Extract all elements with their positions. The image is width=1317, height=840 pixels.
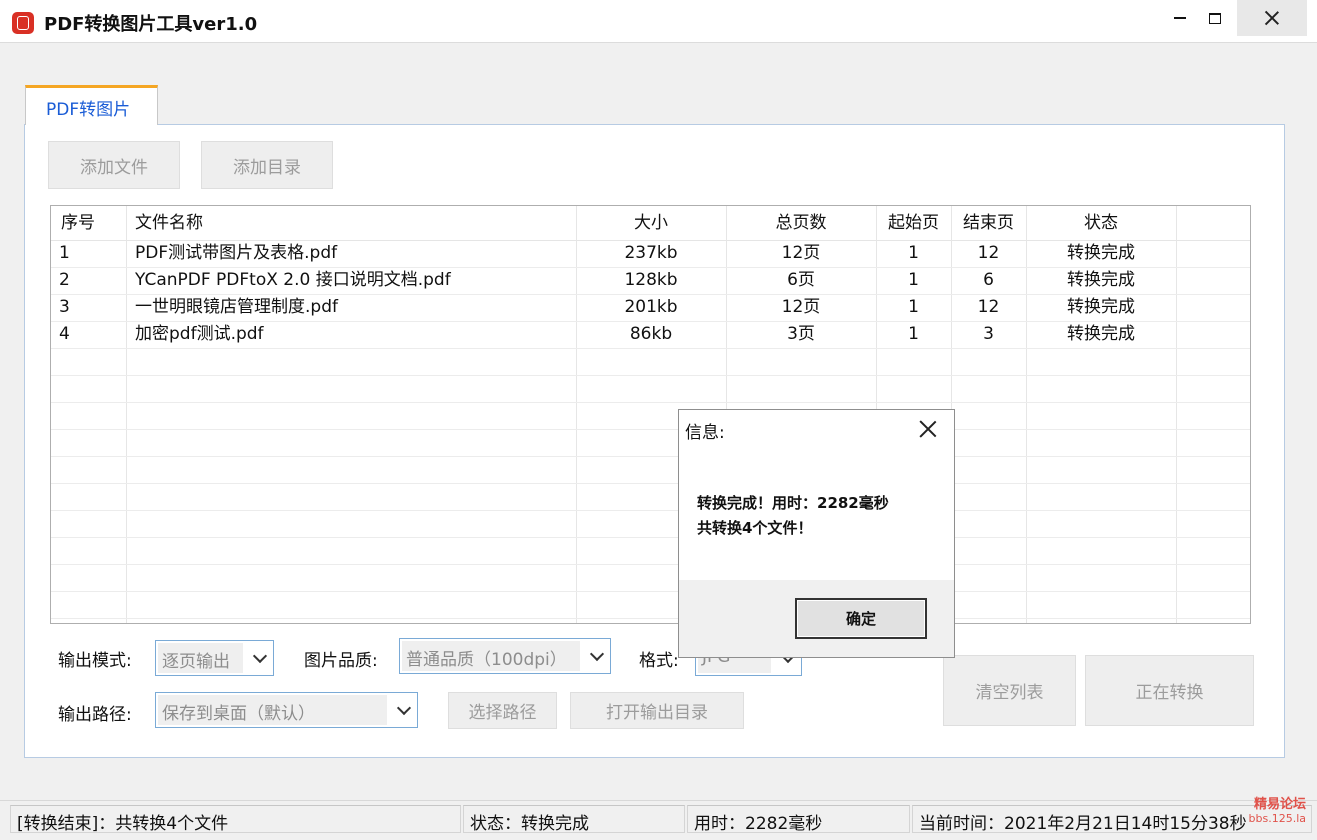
cell-size: 201kb: [624, 297, 678, 317]
chevron-down-icon: [252, 648, 268, 664]
cell-total-pages: 12页: [781, 243, 821, 263]
cell-filename: YCanPDF PDFtoX 2.0 接口说明文档.pdf: [135, 270, 451, 290]
cell-total-pages: 3页: [787, 324, 815, 344]
output-mode-label: 输出模式:: [58, 651, 132, 671]
close-icon: [1265, 11, 1279, 25]
cell-start-page: 1: [908, 324, 919, 344]
choose-path-button[interactable]: 选择路径: [448, 692, 557, 729]
pdf-app-icon: [12, 12, 34, 34]
cell-index: 4: [59, 324, 70, 344]
column-header-size[interactable]: 大小: [576, 208, 726, 238]
status-bar: [转换结束]：共转换4个文件 状态：转换完成 用时：2282毫秒 当前时间：20…: [0, 800, 1317, 840]
output-mode-value: 逐页输出: [158, 643, 243, 673]
cell-size: 128kb: [624, 270, 678, 290]
add-file-button[interactable]: 添加文件: [48, 141, 180, 189]
dialog-message-line1: 转换完成！用时：2282毫秒: [697, 494, 889, 512]
cell-status: 转换完成: [1067, 270, 1135, 290]
format-label: 格式:: [639, 651, 679, 671]
status-panel-state: 状态：转换完成: [463, 805, 685, 833]
cell-end-page: 3: [983, 324, 994, 344]
cell-start-page: 1: [908, 243, 919, 263]
dialog-title: 信息:: [685, 423, 725, 443]
cell-size: 237kb: [624, 243, 678, 263]
column-header-total-pages[interactable]: 总页数: [726, 208, 876, 238]
column-header-status[interactable]: 状态: [1026, 208, 1176, 238]
maximize-button[interactable]: [1192, 0, 1238, 36]
cell-total-pages: 6页: [787, 270, 815, 290]
cell-total-pages: 12页: [781, 297, 821, 317]
cell-size: 86kb: [629, 324, 673, 344]
watermark-line2: bbs.125.la: [1248, 812, 1306, 825]
status-panel-summary: [转换结束]：共转换4个文件: [10, 805, 461, 833]
add-directory-button[interactable]: 添加目录: [201, 141, 333, 189]
title-bar: PDF转换图片工具ver1.0: [0, 0, 1317, 42]
close-button[interactable]: [1237, 0, 1307, 36]
column-header-end-page[interactable]: 结束页: [951, 208, 1026, 238]
cell-filename: 加密pdf测试.pdf: [135, 324, 264, 344]
quality-value: 普通品质（100dpi）: [402, 641, 580, 671]
output-path-select[interactable]: 保存到桌面（默认）: [155, 692, 418, 728]
dialog-message-line2: 共转换4个文件！: [697, 519, 813, 537]
cell-status: 转换完成: [1067, 297, 1135, 317]
clear-list-button[interactable]: 清空列表: [943, 655, 1076, 726]
cell-end-page: 12: [977, 243, 1000, 263]
dialog-close-icon[interactable]: [919, 420, 937, 438]
window-title: PDF转换图片工具ver1.0: [44, 14, 258, 35]
cell-end-page: 12: [977, 297, 1000, 317]
watermark-line1: 精易论坛: [1253, 797, 1306, 812]
converting-button[interactable]: 正在转换: [1085, 655, 1254, 726]
dialog-footer: 确定: [679, 580, 954, 657]
info-dialog: 信息: 转换完成！用时：2282毫秒 共转换4个文件！ 确定: [678, 409, 955, 658]
maximize-icon: [1209, 12, 1221, 24]
cell-start-page: 1: [908, 297, 919, 317]
watermark-logo: 精易论坛 bbs.125.la: [1242, 798, 1306, 826]
cell-end-page: 6: [983, 270, 994, 290]
minimize-icon: [1174, 17, 1186, 19]
quality-label: 图片品质:: [304, 651, 378, 671]
column-header-index[interactable]: 序号: [61, 208, 95, 238]
chevron-down-icon: [589, 646, 605, 662]
cell-filename: 一世明眼镜店管理制度.pdf: [135, 297, 338, 317]
tab-pdf-to-image[interactable]: PDF转图片: [25, 85, 158, 125]
file-table[interactable]: 序号 文件名称 大小 总页数 起始页 结束页 状态 1 PDF测试带图片及表格.…: [50, 205, 1251, 624]
cell-status: 转换完成: [1067, 324, 1135, 344]
cell-index: 1: [59, 243, 70, 263]
status-panel-elapsed: 用时：2282毫秒: [687, 805, 910, 833]
chevron-down-icon: [396, 700, 412, 716]
column-header-start-page[interactable]: 起始页: [876, 208, 951, 238]
quality-select[interactable]: 普通品质（100dpi）: [399, 638, 611, 674]
open-output-dir-button[interactable]: 打开输出目录: [570, 692, 744, 729]
cell-status: 转换完成: [1067, 243, 1135, 263]
cell-filename: PDF测试带图片及表格.pdf: [135, 243, 338, 263]
column-header-filename[interactable]: 文件名称: [135, 208, 203, 238]
output-mode-select[interactable]: 逐页输出: [155, 640, 274, 676]
cell-start-page: 1: [908, 270, 919, 290]
output-path-label: 输出路径:: [58, 705, 132, 725]
ok-button[interactable]: 确定: [795, 598, 927, 639]
output-path-value: 保存到桌面（默认）: [158, 695, 387, 725]
table-header: 序号 文件名称 大小 总页数 起始页 结束页 状态: [51, 206, 1250, 241]
cell-index: 3: [59, 297, 70, 317]
cell-index: 2: [59, 270, 70, 290]
